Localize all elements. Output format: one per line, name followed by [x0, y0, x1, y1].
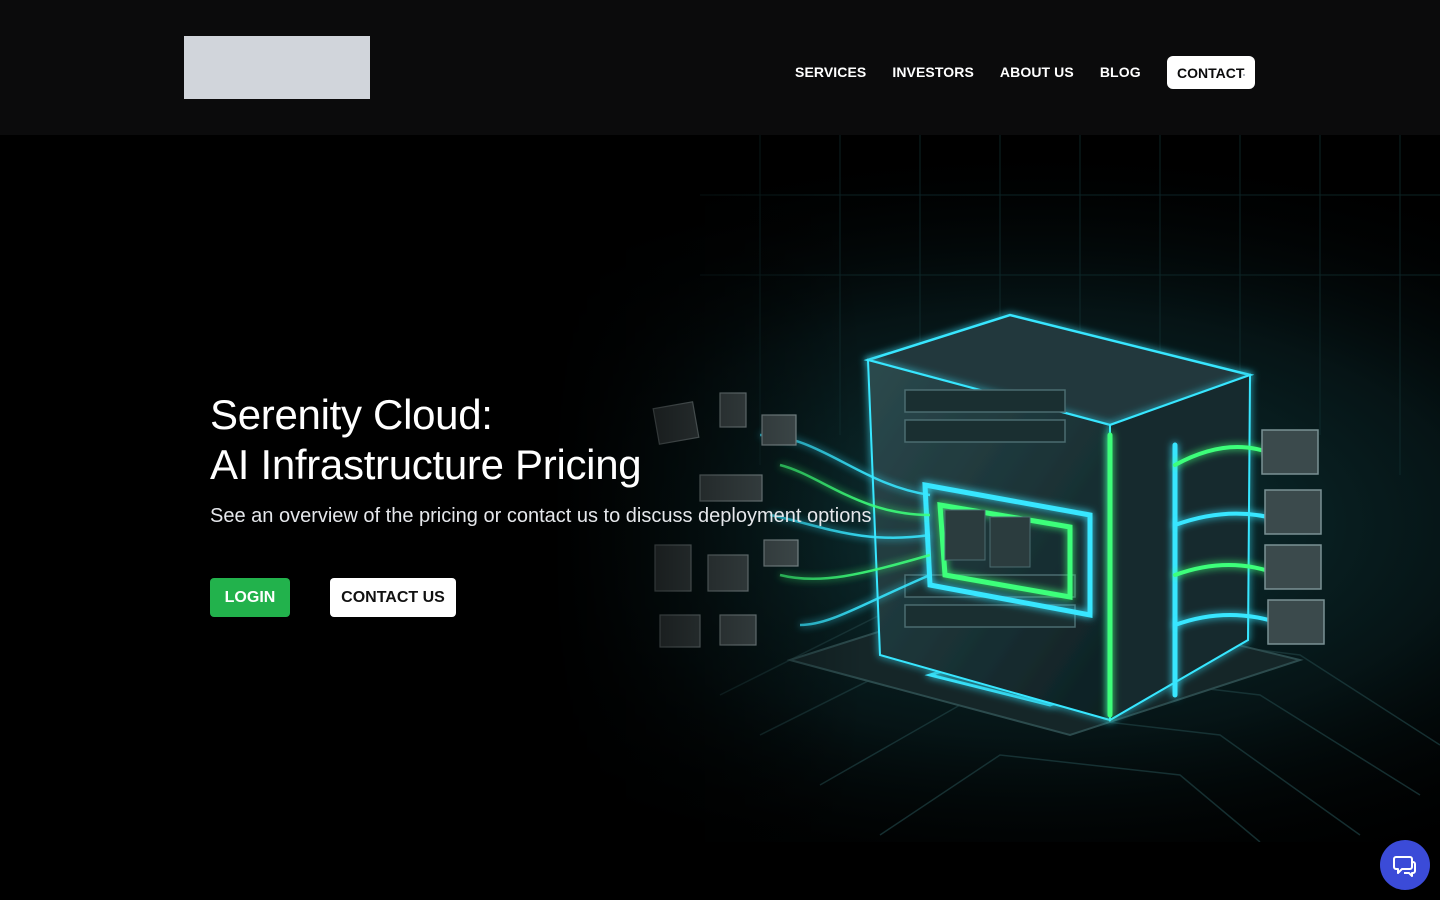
- hero-section: Serenity Cloud: AI Infrastructure Pricin…: [0, 135, 1440, 842]
- contact-us-button[interactable]: CONTACT US: [330, 578, 456, 617]
- nav-link-about-us[interactable]: ABOUT US: [1000, 56, 1074, 89]
- contact-button[interactable]: CONTACT: [1166, 56, 1255, 89]
- nav-link-investors[interactable]: INVESTORS: [892, 56, 974, 89]
- login-button[interactable]: LOGIN: [210, 578, 290, 617]
- page: SERVICES INVESTORS ABOUT US BLOG CONTACT: [0, 0, 1440, 900]
- hero-title-line2: AI Infrastructure Pricing: [210, 441, 642, 488]
- site-header: SERVICES INVESTORS ABOUT US BLOG CONTACT: [0, 0, 1440, 135]
- nav-link-services[interactable]: SERVICES: [795, 56, 866, 89]
- logo[interactable]: [184, 36, 370, 99]
- chat-bubble-icon: [1393, 856, 1416, 877]
- main-nav: SERVICES INVESTORS ABOUT US BLOG CONTACT: [782, 56, 1255, 89]
- nav-link-blog[interactable]: BLOG: [1100, 56, 1141, 89]
- hero-title: Serenity Cloud: AI Infrastructure Pricin…: [210, 390, 871, 490]
- nav-dot: [1243, 74, 1245, 76]
- chat-launcher-button[interactable]: [1380, 840, 1430, 890]
- hero-subtitle: See an overview of the pricing or contac…: [210, 505, 872, 527]
- hero-title-line1: Serenity Cloud:: [210, 391, 493, 438]
- hero-content: Serenity Cloud: AI Infrastructure Pricin…: [210, 390, 871, 530]
- hero-actions: LOGIN CONTACT US: [210, 578, 456, 617]
